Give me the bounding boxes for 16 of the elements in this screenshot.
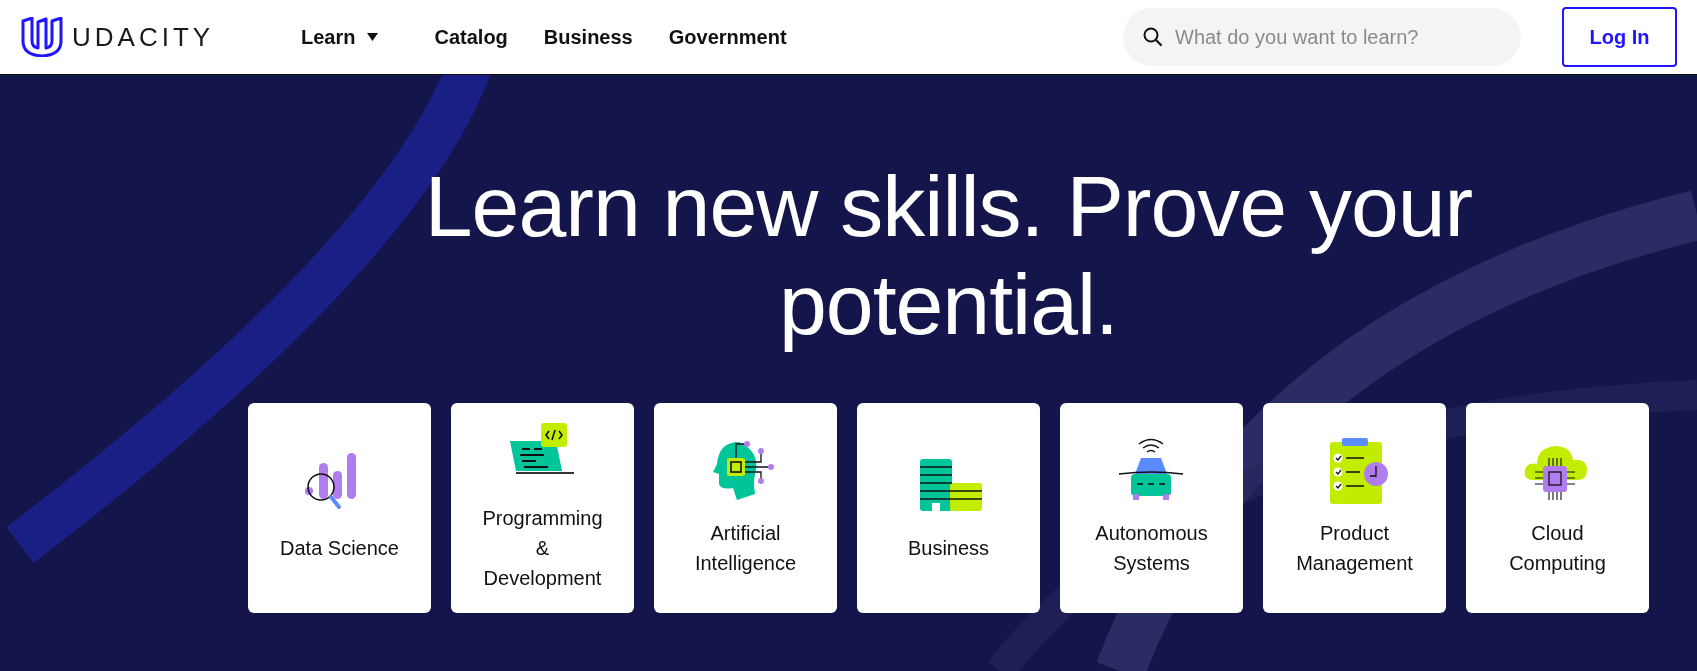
category-card[interactable]: Business [857,403,1040,613]
category-card[interactable]: Programming & Development [451,403,634,613]
nav-link[interactable]: Learn [301,22,379,52]
category-card[interactable]: Product Management [1263,403,1446,613]
nav-link[interactable]: Catalog [434,22,508,52]
logo-text[interactable]: UDACITY [72,17,215,57]
hero-headline: Learn new skills. Prove your potential. [423,157,1474,353]
category-card[interactable]: Artificial Intelligence [654,403,837,613]
category-card[interactable]: Autonomous Systems [1060,403,1243,613]
search-field[interactable]: What do you want to learn? [1123,8,1521,66]
nav-link[interactable]: Business [543,22,633,52]
login-button[interactable]: Log In [1562,7,1677,67]
nav-link[interactable]: Government [668,22,787,52]
category-card[interactable]: Data Science [248,403,431,613]
category-card[interactable]: Cloud Computing [1466,403,1649,613]
logo-icon[interactable] [20,17,64,57]
